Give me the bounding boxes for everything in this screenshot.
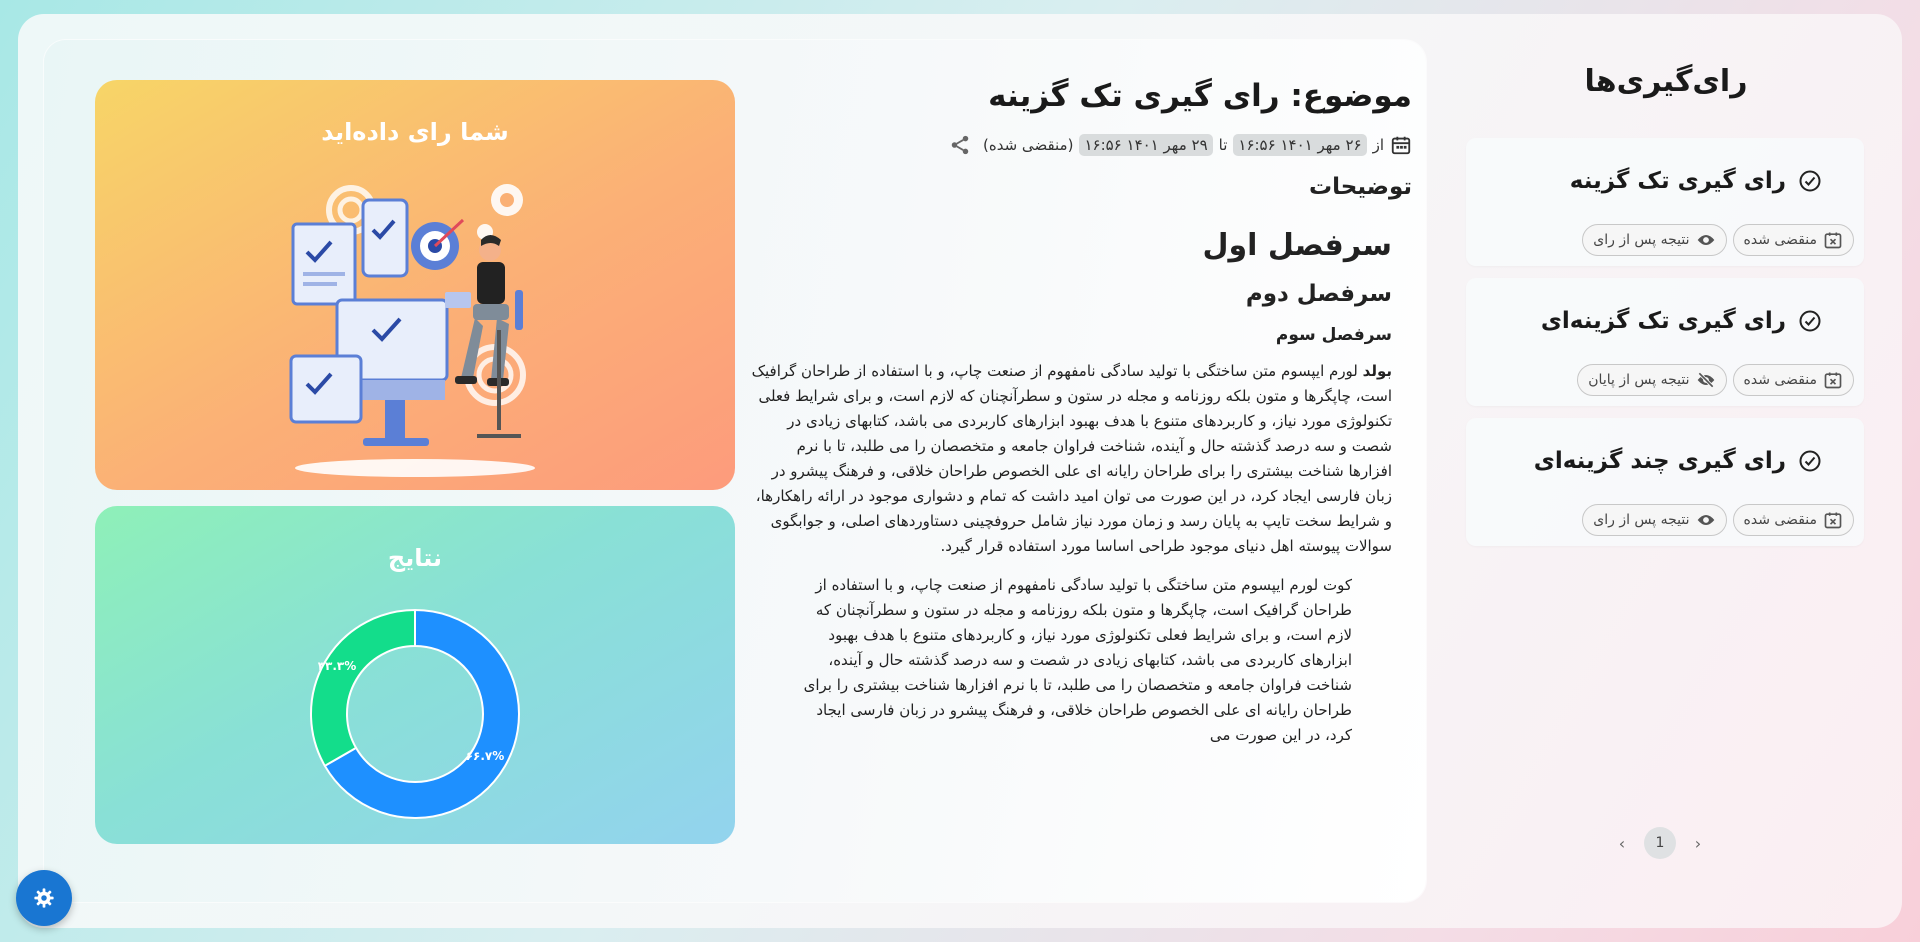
expired-badge: منقضی شده <box>1732 224 1854 256</box>
eye-icon <box>1697 515 1714 525</box>
slice-label-a: ۶۶.۷% <box>466 749 505 763</box>
from-label: از <box>1372 136 1384 154</box>
eye-icon <box>1697 235 1714 245</box>
expired-badge: منقضی شده <box>1732 504 1854 536</box>
poll-item[interactable]: رای گیری چند گزینه‌ای منقضی شده نتیجه پس… <box>1466 418 1864 546</box>
results-card: نتایج ۶۶.۷% ۳۳.۳% <box>95 506 735 844</box>
slice-label-b: ۳۳.۳% <box>318 659 357 673</box>
voted-title: شما رای داده‌اید <box>321 118 509 146</box>
heading-1: سرفصل اول <box>1202 228 1392 263</box>
check-circle-icon <box>1799 170 1821 192</box>
poll-title: رای گیری تک گزینه <box>1569 168 1786 194</box>
heading-2: سرفصل دوم <box>1245 281 1392 307</box>
poll-title: رای گیری چند گزینه‌ای <box>1533 448 1786 474</box>
expired-status: (منقضی شده) <box>983 136 1074 154</box>
to-label: تا <box>1218 136 1228 154</box>
page-1-button[interactable]: 1 <box>1644 827 1676 859</box>
results-donut-chart: ۶۶.۷% ۳۳.۳% <box>310 608 520 819</box>
prev-page-button[interactable]: ‹ <box>1614 834 1630 853</box>
paragraph: بولد لورم ایپسوم متن ساختگی با تولید ساد… <box>750 359 1392 559</box>
date-range: از ۲۶ مهر ۱۴۰۱ ۱۶:۵۶ تا ۲۹ مهر ۱۴۰۱ ۱۶:۵… <box>750 134 1412 156</box>
blockquote: کوت لورم ایپسوم متن ساختگی با تولید سادگ… <box>803 576 1352 744</box>
check-circle-icon <box>1799 450 1821 472</box>
poll-content: موضوع: رای گیری تک گزینه از ۲۶ مهر ۱۴۰۱ … <box>750 78 1412 748</box>
paragraph-text: لورم ایپسوم متن ساختگی با تولید سادگی نا… <box>751 362 1392 555</box>
end-date: ۲۹ مهر ۱۴۰۱ ۱۶:۵۶ <box>1079 134 1213 156</box>
gear-icon <box>34 888 54 908</box>
description-heading: توضیحات <box>1309 174 1412 200</box>
start-date: ۲۶ مهر ۱۴۰۱ ۱۶:۵۶ <box>1233 134 1367 156</box>
calendar-x-icon <box>1824 512 1842 529</box>
poll-item[interactable]: رای گیری تک گزینه‌ای منقضی شده نتیجه پس … <box>1466 278 1864 406</box>
settings-button[interactable] <box>16 870 72 926</box>
calendar-icon <box>1391 136 1411 155</box>
polls-title: رای‌گیری‌ها <box>1584 64 1748 99</box>
poll-title: رای گیری تک گزینه‌ای <box>1540 308 1786 334</box>
calendar-x-icon <box>1824 232 1842 249</box>
expired-badge: منقضی شده <box>1732 364 1854 396</box>
results-title: نتایج <box>387 544 443 572</box>
description-body: سرفصل اول سرفصل دوم سرفصل سوم بولد لورم … <box>750 228 1412 748</box>
eye-off-icon <box>1697 372 1714 388</box>
check-circle-icon <box>1799 310 1821 332</box>
bold-text: بولد <box>1362 362 1392 380</box>
result-visibility-badge: نتیجه پس از رای <box>1582 224 1727 256</box>
calendar-x-icon <box>1824 372 1842 389</box>
poll-item[interactable]: رای گیری تک گزینه منقضی شده نتیجه پس از … <box>1466 138 1864 266</box>
result-visibility-badge: نتیجه پس از رای <box>1582 504 1727 536</box>
share-icon[interactable] <box>949 134 971 156</box>
voting-illustration <box>289 184 535 477</box>
next-page-button[interactable]: › <box>1690 834 1706 853</box>
heading-3: سرفصل سوم <box>1275 325 1392 345</box>
pagination: ‹ 1 › <box>1614 827 1706 859</box>
donut-slice-2[interactable] <box>310 608 416 768</box>
voted-card: شما رای داده‌اید <box>95 80 735 490</box>
result-visibility-badge: نتیجه پس از پایان <box>1577 364 1727 396</box>
topic-title: موضوع: رای گیری تک گزینه <box>988 78 1412 114</box>
